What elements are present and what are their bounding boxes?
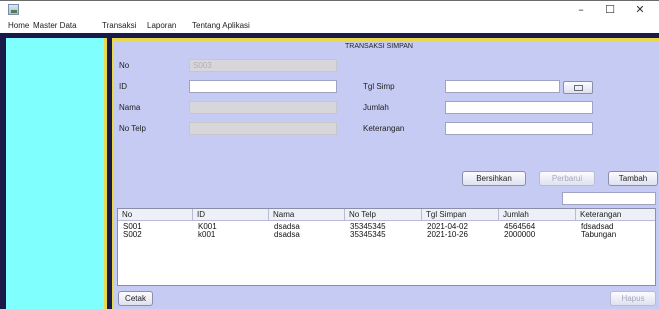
cell-jumlah: 2000000 — [504, 230, 536, 239]
jumlah-label: Jumlah — [363, 103, 389, 112]
menu-laporan[interactable]: Laporan — [147, 21, 176, 30]
maximize-button[interactable]: ☐ — [599, 3, 621, 17]
column-header-tgl-simpan[interactable]: Tgl Simpan — [422, 209, 499, 221]
id-label: ID — [119, 82, 127, 91]
transactions-table[interactable]: No ID Nama No Telp Tgl Simpan Jumlah Ket… — [117, 208, 656, 286]
cetak-button[interactable]: Cetak — [118, 291, 153, 306]
tgl-simp-label: Tgl Simp — [363, 82, 395, 91]
cell-no-telp: 35345345 — [350, 230, 386, 239]
keterangan-label: Keterangan — [363, 124, 405, 133]
jumlah-field[interactable] — [445, 101, 593, 114]
telp-field — [189, 122, 337, 135]
column-header-id[interactable]: ID — [193, 209, 269, 221]
sidebar-panel — [6, 38, 107, 309]
cell-nama: dsadsa — [274, 230, 300, 239]
menu-transaksi[interactable]: Transaksi — [102, 21, 136, 30]
table-row[interactable]: S002 k001 dsadsa 35345345 2021-10-26 200… — [118, 230, 655, 239]
minimize-button[interactable]: – — [570, 3, 592, 17]
tgl-simp-field[interactable] — [445, 80, 560, 93]
close-button[interactable]: ✕ — [629, 3, 651, 17]
title-bar: – ☐ ✕ — [0, 0, 659, 20]
column-header-nama[interactable]: Nama — [269, 209, 345, 221]
column-header-no[interactable]: No — [118, 209, 193, 221]
menu-master-data[interactable]: Master Data — [33, 21, 77, 30]
id-field[interactable] — [189, 80, 337, 93]
menu-home[interactable]: Home — [8, 21, 29, 30]
column-header-jumlah[interactable]: Jumlah — [499, 209, 576, 221]
column-header-keterangan[interactable]: Keterangan — [576, 209, 655, 221]
menu-tentang-aplikasi[interactable]: Tentang Aplikasi — [192, 21, 250, 30]
date-picker-button[interactable] — [563, 81, 593, 94]
search-input[interactable] — [562, 192, 656, 205]
table-header: No ID Nama No Telp Tgl Simpan Jumlah Ket… — [118, 209, 655, 221]
form-title: TRANSAKSI SIMPAN — [345, 43, 413, 50]
calendar-icon — [574, 85, 583, 91]
perbarui-button[interactable]: Perbarui — [539, 171, 595, 186]
keterangan-field[interactable] — [445, 122, 593, 135]
bersihkan-button[interactable]: Bersihkan — [462, 171, 526, 186]
telp-label: No Telp — [119, 124, 146, 133]
cell-id: k001 — [198, 230, 216, 239]
tambah-button[interactable]: Tambah — [608, 171, 658, 186]
column-header-no-telp[interactable]: No Telp — [345, 209, 422, 221]
hapus-button[interactable]: Hapus — [610, 291, 656, 306]
cell-tgl-simpan: 2021-10-26 — [427, 230, 468, 239]
nama-label: Nama — [119, 103, 141, 112]
app-icon — [8, 4, 19, 15]
cell-no: S002 — [123, 230, 142, 239]
no-label: No — [119, 61, 130, 70]
nama-field — [189, 101, 337, 114]
no-field — [189, 59, 337, 72]
menu-bar: Home Master Data Transaksi Laporan Tenta… — [0, 20, 659, 32]
cell-keterangan: Tabungan — [581, 230, 617, 239]
